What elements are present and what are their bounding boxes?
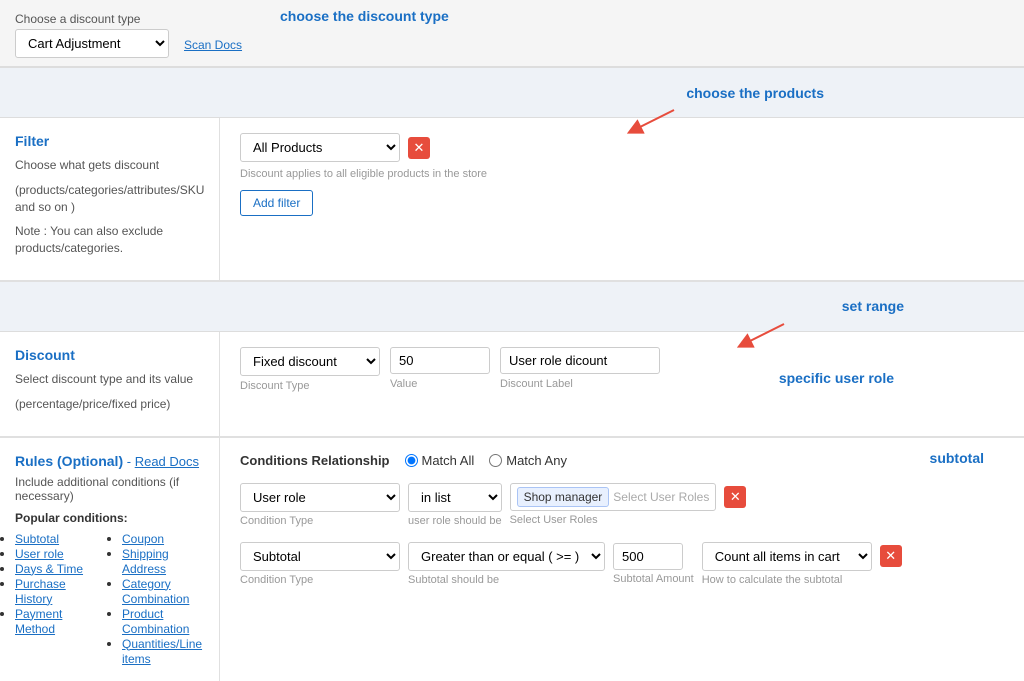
- cond2-operator-label: Subtotal should be: [408, 574, 605, 586]
- conditions-col1: Subtotal User role Days & Time Purchase …: [15, 531, 97, 666]
- read-docs-link[interactable]: Read Docs: [135, 454, 199, 469]
- cond1-operator-label: user role should be: [408, 515, 502, 527]
- rules-desc: Include additional conditions (if necess…: [15, 475, 204, 503]
- rules-title-separator: -: [127, 454, 135, 469]
- cond2-operator-select[interactable]: Greater than or equal ( >= ): [408, 542, 605, 571]
- condition2-controls: Subtotal Condition Type Greater than or …: [240, 542, 1004, 586]
- discount-value-input[interactable]: [390, 347, 490, 374]
- popular-conditions-label: Popular conditions:: [15, 511, 204, 525]
- scan-docs-link[interactable]: Scan Docs: [184, 38, 242, 52]
- cond2-type-group: Subtotal Condition Type: [240, 542, 400, 586]
- rules-section: Rules (Optional) - Read Docs Include add…: [0, 438, 1024, 681]
- cond2-amount-group: Subtotal Amount: [613, 543, 694, 585]
- cond2-operator-group: Greater than or equal ( >= ) Subtotal sh…: [408, 542, 605, 586]
- discount-row: Fixed discount Discount Type Value Disco…: [240, 347, 1004, 392]
- discount-desc1: Select discount type and its value: [15, 371, 204, 388]
- filter-sidebar: Filter Choose what gets discount (produc…: [0, 118, 220, 280]
- discount-type-sublabel: Discount Type: [240, 380, 380, 392]
- filter-controls: All Products ✕ Discount applies to all e…: [220, 118, 1024, 280]
- add-filter-button[interactable]: Add filter: [240, 190, 313, 216]
- cond2-calc-group: Count all items in cart How to calculate…: [702, 542, 872, 586]
- top-section: Choose a discount type Cart Adjustment S…: [0, 0, 1024, 68]
- rules-right-panel: Conditions Relationship Match All Match …: [220, 438, 1024, 681]
- tag-label: Shop manager: [524, 490, 603, 504]
- cond2-calc-label: How to calculate the subtotal: [702, 574, 872, 586]
- annotation-products: choose the products: [686, 85, 824, 101]
- discount-type-label: Choose a discount type: [15, 12, 169, 26]
- discount-title: Discount: [15, 347, 204, 363]
- cond-category-link[interactable]: Category Combination: [122, 577, 189, 606]
- rules-title-row: Rules (Optional) - Read Docs: [15, 453, 204, 469]
- cond-purchase-link[interactable]: Purchase History: [15, 577, 66, 606]
- rules-title: Rules (Optional): [15, 453, 123, 469]
- match-any-radio[interactable]: [489, 454, 502, 467]
- discount-label-sublabel: Discount Label: [500, 378, 660, 390]
- cond2-type-label: Condition Type: [240, 574, 400, 586]
- cond2-amount-label: Subtotal Amount: [613, 573, 694, 585]
- cond1-value-label: Select User Roles: [510, 514, 717, 526]
- cond1-value-group: Shop manager Select User Roles Select Us…: [510, 483, 717, 526]
- product-select[interactable]: All Products: [240, 133, 400, 162]
- match-any-radio-label[interactable]: Match Any: [489, 453, 567, 468]
- cond1-type-group: User role Condition Type: [240, 483, 400, 527]
- arrow-products: [624, 105, 684, 135]
- discount-desc2: (percentage/price/fixed price): [15, 396, 204, 413]
- cond2-calc-select[interactable]: Count all items in cart: [702, 542, 872, 571]
- filter-desc1: Choose what gets discount: [15, 157, 204, 174]
- discount-type-select2[interactable]: Fixed discount: [240, 347, 380, 376]
- shop-manager-tag: Shop manager: [517, 487, 610, 507]
- discount-type-group: Fixed discount Discount Type: [240, 347, 380, 392]
- conditions-relationship-row: Conditions Relationship Match All Match …: [240, 453, 1004, 468]
- conditions-col2: Coupon Shipping Address Category Combina…: [107, 531, 204, 666]
- cond1-operator-group: in list user role should be: [408, 483, 502, 527]
- rules-sidebar: Rules (Optional) - Read Docs Include add…: [0, 438, 220, 681]
- filter-hint: Discount applies to all eligible product…: [240, 168, 1004, 180]
- cond-product-combo-link[interactable]: Product Combination: [122, 607, 189, 636]
- filter-desc3: Note : You can also exclude products/cat…: [15, 223, 204, 257]
- cond2-amount-input[interactable]: [613, 543, 683, 570]
- cond2-type-select[interactable]: Subtotal: [240, 542, 400, 571]
- discount-label-input[interactable]: [500, 347, 660, 374]
- cond-payment-link[interactable]: Payment Method: [15, 607, 62, 636]
- cond1-type-label: Condition Type: [240, 515, 400, 527]
- discount-sidebar: Discount Select discount type and its va…: [0, 332, 220, 436]
- filter-title: Filter: [15, 133, 204, 149]
- cond-quantities-link[interactable]: Quantities/Line items: [122, 637, 202, 666]
- filter-product-row: All Products ✕: [240, 133, 1004, 162]
- discount-section: Discount Select discount type and its va…: [0, 332, 1024, 438]
- cond-shipping-link[interactable]: Shipping Address: [122, 547, 169, 576]
- cond1-remove-button[interactable]: ✕: [724, 486, 746, 508]
- cond-datetime-link[interactable]: Days & Time: [15, 562, 83, 576]
- match-all-label: Match All: [422, 453, 475, 468]
- cond2-remove-button[interactable]: ✕: [880, 545, 902, 567]
- cond1-tag-container[interactable]: Shop manager Select User Roles: [510, 483, 717, 511]
- filter-desc2: (products/categories/attributes/SKU and …: [15, 182, 204, 216]
- cond1-operator-select[interactable]: in list: [408, 483, 502, 512]
- match-all-radio[interactable]: [405, 454, 418, 467]
- cond1-type-select[interactable]: User role: [240, 483, 400, 512]
- discount-value-group: Value: [390, 347, 490, 390]
- main-content: Filter Choose what gets discount (produc…: [0, 118, 1024, 282]
- annotation-range: set range: [842, 298, 904, 314]
- popular-conditions-list: Subtotal User role Days & Time Purchase …: [15, 531, 204, 666]
- cond1-placeholder: Select User Roles: [613, 490, 709, 504]
- discount-value-sublabel: Value: [390, 378, 490, 390]
- condition2-row: Subtotal Condition Type Greater than or …: [240, 542, 1004, 586]
- cond-subtotal-link[interactable]: Subtotal: [15, 532, 59, 546]
- discount-controls: Fixed discount Discount Type Value Disco…: [220, 332, 1024, 436]
- match-any-label: Match Any: [506, 453, 567, 468]
- condition1-row: User role Condition Type in list user ro…: [240, 483, 1004, 527]
- match-all-radio-label[interactable]: Match All: [405, 453, 475, 468]
- cond-userrole-link[interactable]: User role: [15, 547, 64, 561]
- conditions-rel-label: Conditions Relationship: [240, 453, 390, 468]
- discount-type-select[interactable]: Cart Adjustment: [15, 29, 169, 58]
- condition1-controls: User role Condition Type in list user ro…: [240, 483, 1004, 527]
- arrow-range: [734, 319, 794, 349]
- discount-label-group: Discount Label: [500, 347, 660, 390]
- cond-coupon-link[interactable]: Coupon: [122, 532, 164, 546]
- remove-product-filter-button[interactable]: ✕: [408, 137, 430, 159]
